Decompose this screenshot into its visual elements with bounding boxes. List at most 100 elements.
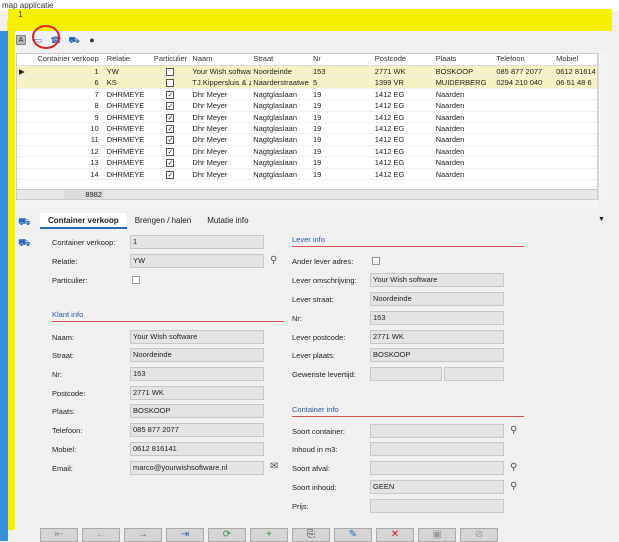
truck-out-icon[interactable]: ⛟ — [18, 238, 31, 251]
soort-afval-search-icon[interactable]: ⚲ — [510, 462, 517, 473]
postcode-field[interactable]: 2771 WK — [130, 386, 264, 400]
cell-plaats: Naarden — [435, 112, 465, 122]
particulier-checkbox[interactable]: ✓ — [166, 90, 175, 99]
levertijd-date-field[interactable] — [370, 367, 442, 381]
lever-postcode-field[interactable]: 2771 WK — [370, 330, 504, 344]
col-container-verkoop[interactable]: Container verkoop — [25, 54, 105, 65]
levertijd-time-field[interactable] — [444, 367, 504, 381]
next-icon[interactable]: → — [124, 528, 162, 542]
email-field[interactable]: marco@yourwishsoftware.nl — [130, 461, 264, 475]
particulier-checkbox[interactable]: ✓ — [166, 136, 175, 145]
mobiel-field[interactable]: 0612 816141 — [130, 442, 264, 456]
col-straat[interactable]: Straat — [251, 54, 311, 65]
particulier-checkbox[interactable] — [132, 276, 140, 284]
ander-lever-checkbox[interactable] — [372, 257, 380, 265]
container-verkoop-field[interactable]: 1 — [130, 235, 264, 249]
user-icon[interactable]: ● — [86, 35, 98, 45]
copy-icon[interactable]: ⎘ — [292, 528, 330, 542]
mail-icon[interactable]: ✉ — [270, 461, 278, 472]
cell-mobiel — [554, 169, 597, 179]
soort-afval-field[interactable] — [370, 461, 504, 475]
straat-field[interactable]: Noordeinde — [130, 348, 264, 362]
edit-icon[interactable]: ✎ — [334, 528, 372, 542]
cell-plaats: Naarden — [435, 146, 465, 156]
col-relatie[interactable]: Relatie — [105, 54, 149, 65]
particulier-checkbox[interactable]: ✓ — [166, 102, 175, 111]
nr-field[interactable]: 153 — [130, 367, 264, 381]
particulier-checkbox[interactable] — [166, 68, 175, 77]
col-nr[interactable]: Nr — [311, 54, 373, 65]
table-row[interactable]: 13 DHRMEYE ✓ Dhr Meyer Nagtglaslaan 19 1412 EG… — [17, 157, 597, 169]
plaats-field[interactable]: BOSKOOP — [130, 404, 264, 418]
straat-label: Straat: — [52, 351, 75, 360]
save-icon[interactable]: ▣ — [418, 528, 456, 542]
grid-horizontal-scrollbar[interactable] — [16, 200, 598, 208]
table-row[interactable]: 9 DHRMEYE ✓ Dhr Meyer Nagtglaslaan 19 1412 EG N… — [17, 112, 597, 123]
table-row[interactable]: 14 DHRMEYE ✓ Dhr Meyer Nagtglaslaan 19 1412 EG… — [17, 169, 597, 180]
soort-inhoud-search-icon[interactable]: ⚲ — [510, 481, 517, 492]
delete-icon[interactable]: ✕ — [376, 528, 414, 542]
row-indicator: ▶ — [19, 67, 25, 76]
toolbar-a-button[interactable]: A — [16, 35, 26, 45]
particulier-checkbox[interactable]: ✓ — [166, 159, 175, 168]
lever-straat-field[interactable]: Noordeinde — [370, 292, 504, 306]
cell-telefoon — [494, 169, 554, 179]
container-info-divider — [292, 416, 524, 417]
table-row[interactable]: 7 DHRMEYE ✓ Dhr Meyer Nagtglaslaan 19 1412 EG N… — [17, 89, 597, 101]
naam-field[interactable]: Your Wish software — [130, 330, 264, 344]
row-indicator — [17, 123, 25, 133]
truck-icon[interactable]: ⛟ — [68, 35, 80, 45]
lever-nr-field[interactable]: 153 — [370, 311, 504, 325]
tab-container-verkoop[interactable]: Container verkoop — [40, 213, 127, 229]
tab-brengen-halen[interactable]: Brengen / halen — [127, 213, 200, 229]
telefoon-field[interactable]: 085 877 2077 — [130, 423, 264, 437]
prev-icon[interactable]: ← — [82, 528, 120, 542]
refresh-icon[interactable]: ⟳ — [208, 528, 246, 542]
col-mobiel[interactable]: Mobiel — [554, 54, 597, 65]
table-row[interactable]: 12 DHRMEYE ✓ Dhr Meyer Nagtglaslaan 19 1412 EG… — [17, 146, 597, 158]
col-particulier[interactable]: Particulier — [149, 54, 191, 65]
tabs-dropdown-icon[interactable]: ▼ — [598, 216, 605, 223]
table-row[interactable]: 8 DHRMEYE ✓ Dhr Meyer Nagtglaslaan 19 1412 EG N… — [17, 100, 597, 112]
lever-omschrijving-field[interactable]: Your Wish software — [370, 273, 504, 287]
data-grid[interactable]: Container verkoop Relatie Particulier Na… — [16, 53, 598, 200]
cell-telefoon — [494, 89, 554, 99]
lever-plaats-field[interactable]: BOSKOOP — [370, 348, 504, 362]
first-icon[interactable]: ⇤ — [40, 528, 78, 542]
grid-vertical-scrollbar[interactable] — [598, 53, 608, 200]
relatie-field[interactable]: YW — [130, 254, 264, 268]
truck-in-icon[interactable]: ⛟ — [18, 217, 31, 230]
container-verkoop-label: Container verkoop: — [52, 238, 116, 247]
particulier-checkbox[interactable]: ✓ — [166, 113, 175, 122]
soort-inhoud-field[interactable]: GEEN — [370, 480, 504, 494]
bottom-toolbar: ⇤ ← → ⇥ ⟳ + ⎘ ✎ ✕ ▣ ⊘ — [40, 528, 498, 542]
col-postcode[interactable]: Postcode — [373, 54, 434, 65]
soort-inhoud-label: Soort inhoud: — [292, 483, 337, 492]
table-row[interactable]: 11 DHRMEYE ✓ Dhr Meyer Nagtglaslaan 19 1412 EG… — [17, 134, 597, 146]
col-naam[interactable]: Naam — [190, 54, 251, 65]
particulier-checkbox[interactable]: ✓ — [166, 147, 175, 156]
cell-particulier: ✓ — [149, 169, 191, 179]
add-icon[interactable]: + — [250, 528, 288, 542]
last-icon[interactable]: ⇥ — [166, 528, 204, 542]
table-row[interactable]: 10 DHRMEYE ✓ Dhr Meyer Nagtglaslaan 19 1412 EG… — [17, 123, 597, 135]
col-telefoon[interactable]: Telefoon — [494, 54, 554, 65]
particulier-checkbox[interactable]: ✓ — [166, 124, 175, 133]
col-plaats[interactable]: Plaats — [434, 54, 495, 65]
cell-postcode: 1412 EG — [374, 101, 405, 111]
prijs-field[interactable] — [370, 499, 504, 513]
particulier-checkbox[interactable]: ✓ — [166, 170, 175, 179]
relatie-search-icon[interactable]: ⚲ — [270, 255, 277, 266]
soort-container-search-icon[interactable]: ⚲ — [510, 425, 517, 436]
table-row[interactable]: 6 KS TJ.Kippersluis & z Naarderstraatwe 5 139… — [17, 77, 597, 89]
cell-naam: Dhr Meyer — [192, 89, 228, 99]
cancel-icon[interactable]: ⊘ — [460, 528, 498, 542]
tab-mutatie-info[interactable]: Mutatie info — [199, 213, 256, 229]
soort-container-field[interactable] — [370, 424, 504, 438]
cell-postcode: 1412 EG — [374, 169, 405, 179]
inhoud-field[interactable] — [370, 442, 504, 456]
nr-label: Nr: — [52, 370, 62, 379]
table-row[interactable]: ▶ 1 YW Your Wish software Noordeinde 153 2771 … — [17, 66, 597, 78]
particulier-checkbox[interactable] — [166, 79, 175, 88]
cell-telefoon — [494, 100, 554, 110]
